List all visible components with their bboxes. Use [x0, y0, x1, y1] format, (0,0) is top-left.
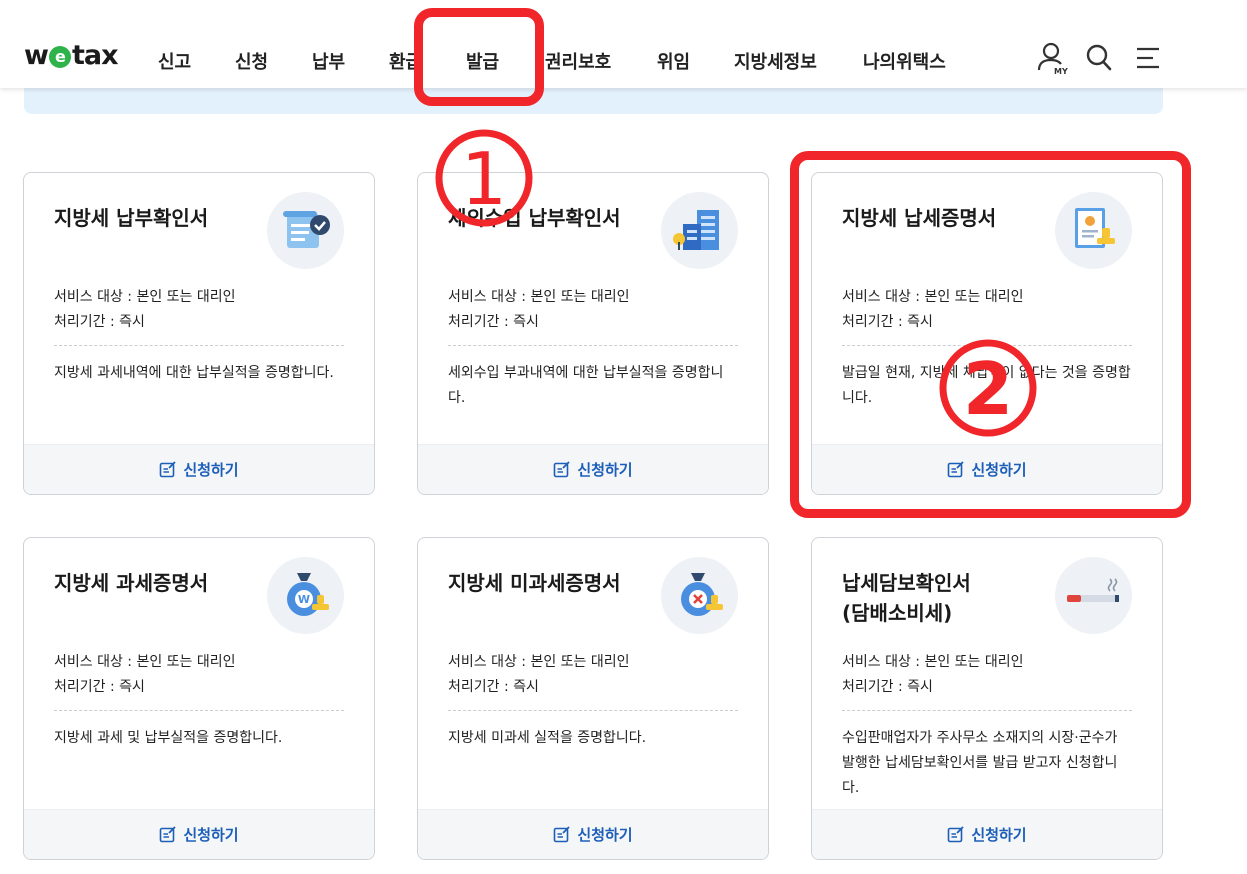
my-page-icon[interactable]: MY	[1036, 42, 1068, 80]
service-target: 서비스 대상 : 본인 또는 대리인	[54, 654, 236, 670]
divider	[54, 710, 344, 711]
apply-button[interactable]: 신청하기	[947, 459, 1027, 480]
apply-button[interactable]: 신청하기	[159, 459, 239, 480]
card-description: 지방세 미과세 실적을 증명합니다.	[448, 730, 647, 746]
service-target: 서비스 대상 : 본인 또는 대리인	[54, 289, 236, 305]
service-target: 서비스 대상 : 본인 또는 대리인	[448, 289, 630, 305]
apply-label: 신청하기	[183, 826, 239, 844]
apply-label: 신청하기	[577, 826, 633, 844]
card-tax-security-confirmation: 납세담보확인서 (담배소비세) 서비스 대상 : 본인 또는 대리인 처리기간 …	[811, 537, 1163, 860]
buildings-icon	[661, 192, 738, 269]
wetax-logo[interactable]: w e tax	[24, 42, 118, 69]
card-footer: 신청하기	[418, 444, 768, 494]
processing-period: 처리기간 : 즉시	[448, 314, 539, 330]
nav-item-report[interactable]: 신고	[158, 48, 191, 74]
nav-item-payment[interactable]: 납부	[312, 48, 345, 74]
card-meta: 서비스 대상 : 본인 또는 대리인 처리기간 : 즉시	[842, 285, 1024, 335]
card-meta: 서비스 대상 : 본인 또는 대리인 처리기간 : 즉시	[54, 285, 236, 335]
card-tax-payment-certificate: 지방세 납세증명서 서비스 대상 : 본인 또는 대리인 처리기간 : 즉시 발…	[811, 172, 1163, 495]
card-description: 지방세 과세 및 납부실적을 증명합니다.	[54, 730, 283, 746]
processing-period: 처리기간 : 즉시	[54, 679, 145, 695]
edit-icon	[948, 460, 965, 477]
edit-icon	[160, 460, 177, 477]
nav-item-rights[interactable]: 권리보호	[545, 48, 611, 74]
money-bag-x-stamp-icon	[661, 557, 738, 634]
card-title: 지방세 납세증명서	[842, 206, 997, 230]
apply-button[interactable]: 신청하기	[553, 459, 633, 480]
divider	[448, 710, 738, 711]
cigarette-icon	[1055, 557, 1132, 634]
card-payment-confirmation: 지방세 납부확인서 서비스 대상 : 본인 또는 대리인 처리기간 : 즉시 지…	[23, 172, 375, 495]
edit-icon	[554, 825, 571, 842]
apply-label: 신청하기	[971, 461, 1027, 479]
apply-label: 신청하기	[183, 461, 239, 479]
card-title: 지방세 미과세증명서	[448, 571, 621, 595]
nav-item-apply[interactable]: 신청	[235, 48, 268, 74]
card-non-taxation-certificate: 지방세 미과세증명서 서비스 대상 : 본인 또는 대리인 처리기간 : 즉시 …	[417, 537, 769, 860]
edit-icon	[554, 460, 571, 477]
card-footer: 신청하기	[418, 809, 768, 859]
divider	[448, 345, 738, 346]
card-meta: 서비스 대상 : 본인 또는 대리인 처리기간 : 즉시	[842, 650, 1024, 700]
logo-e-mark: e	[48, 46, 71, 68]
processing-period: 처리기간 : 즉시	[842, 314, 933, 330]
card-footer: 신청하기	[24, 444, 374, 494]
card-title: 세외수입 납부확인서	[448, 206, 621, 230]
money-bag-stamp-icon: W	[267, 557, 344, 634]
card-title: 납세담보확인서 (담배소비세)	[842, 571, 971, 625]
search-icon[interactable]	[1085, 42, 1113, 76]
nav-item-refund[interactable]: 환급	[389, 48, 422, 74]
certificate-stamp-icon	[1055, 192, 1132, 269]
apply-label: 신청하기	[971, 826, 1027, 844]
card-meta: 서비스 대상 : 본인 또는 대리인 처리기간 : 즉시	[448, 650, 630, 700]
card-meta: 서비스 대상 : 본인 또는 대리인 처리기간 : 즉시	[448, 285, 630, 335]
nav-item-my-wetax[interactable]: 나의위택스	[863, 48, 946, 74]
svg-text:MY: MY	[1054, 67, 1068, 76]
service-target: 서비스 대상 : 본인 또는 대리인	[448, 654, 630, 670]
apply-button[interactable]: 신청하기	[553, 824, 633, 845]
card-footer: 신청하기	[24, 809, 374, 859]
apply-button[interactable]: 신청하기	[947, 824, 1027, 845]
site-header: w e tax 신고 신청 납부 환급 발급 권리보호 위임 지방세정보 나의위택스…	[0, 0, 1247, 88]
service-target: 서비스 대상 : 본인 또는 대리인	[842, 289, 1024, 305]
divider	[842, 710, 1132, 711]
card-description: 수입판매업자가 주사무소 소재지의 시장·군수가 발행한 납세담보확인서를 발급…	[842, 730, 1118, 796]
card-footer: 신청하기	[812, 444, 1162, 494]
card-description: 지방세 과세내역에 대한 납부실적을 증명합니다.	[54, 365, 334, 381]
service-target: 서비스 대상 : 본인 또는 대리인	[842, 654, 1024, 670]
svg-text:W: W	[298, 593, 310, 606]
processing-period: 처리기간 : 즉시	[842, 679, 933, 695]
card-title: 지방세 과세증명서	[54, 571, 209, 595]
nav-item-delegation[interactable]: 위임	[657, 48, 690, 74]
edit-icon	[948, 825, 965, 842]
apply-button[interactable]: 신청하기	[159, 824, 239, 845]
card-title: 지방세 납부확인서	[54, 206, 209, 230]
card-footer: 신청하기	[812, 809, 1162, 859]
edit-icon	[160, 825, 177, 842]
card-description: 세외수입 부과내역에 대한 납부실적을 증명합니다.	[448, 365, 724, 406]
processing-period: 처리기간 : 즉시	[54, 314, 145, 330]
menu-icon[interactable]	[1134, 42, 1162, 76]
divider	[842, 345, 1132, 346]
scroll-check-icon	[267, 192, 344, 269]
card-taxation-certificate: 지방세 과세증명서 W 서비스 대상 : 본인 또는 대리인 처리기간 : 즉시…	[23, 537, 375, 860]
apply-label: 신청하기	[577, 461, 633, 479]
card-non-tax-payment-confirmation: 세외수입 납부확인서 서비스 대상 : 본인 또는 대리인 처리기간 : 즉시 …	[417, 172, 769, 495]
processing-period: 처리기간 : 즉시	[448, 679, 539, 695]
nav-item-local-tax-info[interactable]: 지방세정보	[734, 48, 817, 74]
nav-item-issue[interactable]: 발급	[466, 48, 499, 74]
card-meta: 서비스 대상 : 본인 또는 대리인 처리기간 : 즉시	[54, 650, 236, 700]
divider	[54, 345, 344, 346]
card-description: 발급일 현재, 지방세 체납액이 없다는 것을 증명합니다.	[842, 365, 1131, 406]
